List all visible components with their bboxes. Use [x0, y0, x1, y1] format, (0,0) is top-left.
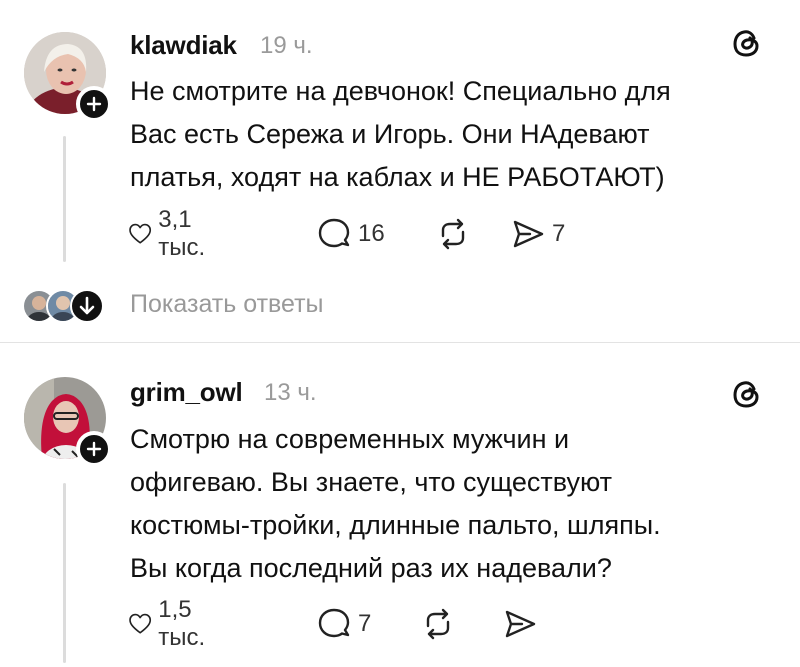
post-time: 13 ч.	[264, 379, 317, 406]
arrow-down-icon	[79, 296, 95, 315]
reply-button[interactable]: 7	[316, 604, 371, 644]
follow-button[interactable]	[76, 86, 112, 122]
like-count: 1,5 тыс.	[158, 596, 206, 651]
comment-icon	[318, 608, 350, 638]
send-icon	[513, 220, 544, 248]
post-text: Не смотрите на девчонок! Специально для …	[130, 70, 770, 199]
like-button[interactable]: 3,1 тыс.	[128, 206, 217, 261]
show-replies-row[interactable]: Показать ответы	[0, 280, 800, 330]
post-time: 19 ч.	[260, 32, 313, 59]
comment-icon	[318, 218, 350, 248]
reply-count: 16	[358, 220, 385, 247]
heart-icon	[129, 613, 152, 634]
expand-replies-button[interactable]	[70, 289, 104, 323]
like-count: 3,1 тыс.	[158, 206, 206, 261]
follow-button[interactable]	[76, 431, 112, 467]
username[interactable]: klawdiak	[130, 30, 237, 61]
share-button[interactable]: 7	[510, 214, 565, 254]
thread-line	[63, 136, 66, 262]
repost-button[interactable]	[435, 214, 471, 254]
reply-count: 7	[358, 610, 372, 637]
plus-icon	[86, 96, 102, 112]
heart-icon	[129, 223, 152, 244]
show-replies-link[interactable]: Показать ответы	[130, 290, 324, 319]
share-count: 7	[552, 220, 566, 247]
reply-button[interactable]: 16	[316, 214, 385, 254]
post-klawdiak: klawdiak 19 ч. Не смотрите на девчонок! …	[0, 0, 800, 342]
post-text-line: Смотрю на современных мужчин и	[130, 424, 570, 454]
repost-icon	[426, 608, 450, 640]
like-button[interactable]: 1,5 тыс.	[128, 596, 217, 651]
threads-logo-icon[interactable]	[730, 377, 764, 411]
plus-icon	[86, 441, 102, 457]
post-grim-owl: grim_owl 13 ч. Смотрю на современных муж…	[0, 343, 800, 667]
repost-button[interactable]	[420, 604, 456, 644]
threads-logo-icon[interactable]	[730, 26, 764, 60]
post-text-line: костюмы-тройки, длинные пальто, шляпы.	[130, 510, 661, 540]
post-text-line: Вас есть Сережа и Игорь. Они НАдевают	[130, 119, 650, 149]
repost-icon	[441, 218, 465, 250]
post-text-line: Не смотрите на девчонок! Специально для	[130, 76, 671, 106]
share-button[interactable]	[502, 604, 538, 644]
send-icon	[505, 610, 536, 638]
post-text-line: офигеваю. Вы знаете, что существуют	[130, 467, 613, 497]
thread-line	[63, 483, 66, 663]
post-text: Смотрю на современных мужчин и офигеваю.…	[130, 418, 770, 590]
post-text-line: платья, ходят на каблах и НЕ РАБОТАЮТ)	[130, 162, 665, 192]
post-text-line: Вы когда последний раз их надевали?	[130, 553, 612, 583]
username[interactable]: grim_owl	[130, 377, 243, 408]
